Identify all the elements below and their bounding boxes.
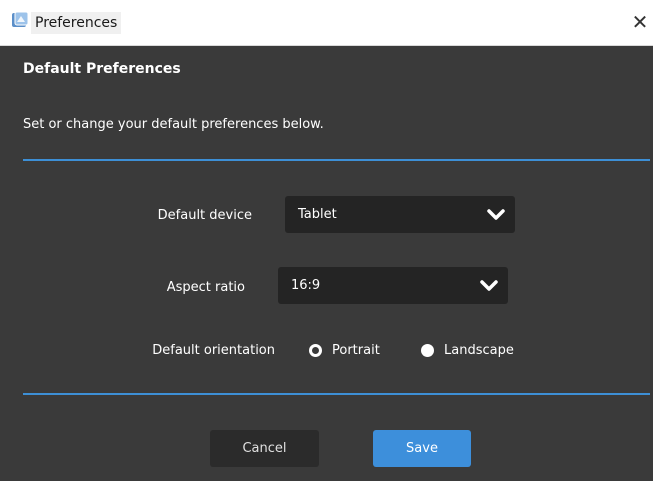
default-orientation-label: Default orientation xyxy=(152,343,275,358)
aspect-ratio-select[interactable]: 16:9 xyxy=(278,267,508,304)
radio-portrait-label: Portrait xyxy=(332,343,380,358)
aspect-ratio-value: 16:9 xyxy=(291,278,321,293)
cancel-button[interactable]: Cancel xyxy=(210,430,319,467)
radio-landscape-label: Landscape xyxy=(444,343,514,358)
default-device-label: Default device xyxy=(157,208,252,223)
default-device-value: Tablet xyxy=(298,207,337,222)
preferences-app-icon xyxy=(12,11,29,27)
chevron-down-icon xyxy=(480,280,498,291)
bottom-divider xyxy=(23,393,650,395)
radio-unselected-icon xyxy=(309,344,322,357)
chevron-down-icon xyxy=(487,209,505,220)
close-icon[interactable]: ✕ xyxy=(629,10,651,34)
top-divider xyxy=(23,159,650,161)
default-device-select[interactable]: Tablet xyxy=(285,196,515,233)
section-title: Default Preferences xyxy=(23,61,181,77)
save-button[interactable]: Save xyxy=(373,430,471,467)
section-subtitle: Set or change your default preferences b… xyxy=(23,117,324,132)
window-title: Preferences xyxy=(31,12,122,34)
preferences-panel: Default Preferences Set or change your d… xyxy=(0,46,653,481)
title-bar: Preferences ✕ xyxy=(0,0,653,46)
radio-selected-icon xyxy=(421,344,434,357)
aspect-ratio-label: Aspect ratio xyxy=(166,280,245,295)
